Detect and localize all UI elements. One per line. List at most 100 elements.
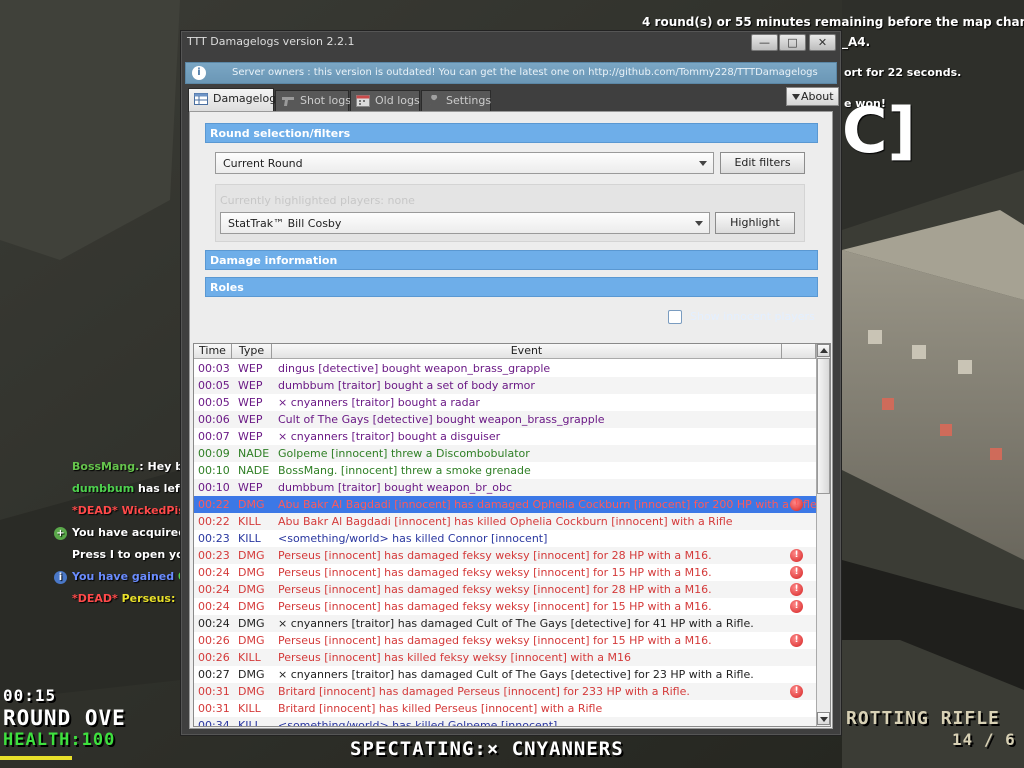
warning-icon: ! <box>790 685 803 698</box>
log-row[interactable]: 00:06 WEP Cult of The Gays [detective] bou… <box>194 411 816 428</box>
log-scrollbar[interactable] <box>816 344 830 726</box>
log-time: 00:06 <box>198 413 230 426</box>
player-select[interactable]: StatTrak™ Bill Cosby <box>220 212 710 234</box>
log-type: WEP <box>238 362 263 375</box>
tab-damagelog[interactable]: Damagelog <box>188 88 277 112</box>
damagelog-panel: Round selection/filters Current Round Ed… <box>189 111 833 729</box>
health-bar <box>0 756 72 760</box>
round-selection-header[interactable]: Round selection/filters <box>205 123 818 143</box>
log-time: 00:09 <box>198 447 230 460</box>
log-row[interactable]: 00:05 WEP dumbbum [traitor] bought a set o… <box>194 377 816 394</box>
log-row[interactable]: 00:24 DMG Perseus [innocent] has damaged f… <box>194 598 816 615</box>
log-time: 00:07 <box>198 430 230 443</box>
log-row[interactable]: 00:27 DMG × cnyanners [traitor] has damage… <box>194 666 816 683</box>
log-time: 00:23 <box>198 532 230 545</box>
log-row[interactable]: 00:24 DMG Perseus [innocent] has damaged f… <box>194 564 816 581</box>
log-row[interactable]: 00:34 KILL <something/world> has killed Go… <box>194 717 816 727</box>
health-readout: HEALTH:100 <box>3 730 116 750</box>
title-bar[interactable]: TTT Damagelogs version 2.2.1 — □ ✕ <box>181 31 841 55</box>
log-row[interactable]: 00:07 WEP × cnyanners [traitor] bought a d… <box>194 428 816 445</box>
round-status: ROUND OVE <box>3 706 126 730</box>
log-event: dingus [detective] bought weapon_brass_g… <box>278 362 551 375</box>
round-select[interactable]: Current Round <box>215 152 714 174</box>
maximize-button[interactable]: □ <box>779 34 806 51</box>
show-innocent-checkbox[interactable]: Show innocent players <box>668 310 815 324</box>
log-time: 00:31 <box>198 702 230 715</box>
log-row[interactable]: 00:09 NADE Golpeme [innocent] threw a Disc… <box>194 445 816 462</box>
log-row[interactable]: 00:10 NADE BossMang. [innocent] threw a sm… <box>194 462 816 479</box>
log-event: Perseus [innocent] has killed feksy weks… <box>278 651 631 664</box>
warning-icon: ! <box>790 600 803 613</box>
minimize-button[interactable]: — <box>751 34 778 51</box>
highlight-button[interactable]: Highlight <box>715 212 795 234</box>
log-time: 00:24 <box>198 617 230 630</box>
chevron-down-icon <box>695 221 703 226</box>
log-type: DMG <box>238 498 265 511</box>
log-row[interactable]: 00:26 DMG Perseus [innocent] has damaged f… <box>194 632 816 649</box>
window-title: TTT Damagelogs version 2.2.1 <box>187 35 355 48</box>
log-row[interactable]: 00:24 DMG × cnyanners [traitor] has damage… <box>194 615 816 632</box>
log-type: KILL <box>238 515 261 528</box>
log-row[interactable]: 00:24 DMG Perseus [innocent] has damaged f… <box>194 581 816 598</box>
chat-line: + You have acquired <box>54 526 186 540</box>
info-icon: i <box>192 66 206 80</box>
log-time: 00:22 <box>198 515 230 528</box>
log-type: DMG <box>238 549 265 562</box>
round-timer: 00:15 <box>3 686 57 705</box>
log-type: KILL <box>238 719 261 727</box>
tab-old-logs[interactable]: Old logs <box>350 90 420 111</box>
log-time: 00:05 <box>198 396 230 409</box>
tab-settings[interactable]: Settings <box>421 90 491 111</box>
highlighted-players-note: Currently highlighted players: none <box>220 194 415 207</box>
damage-information-header[interactable]: Damage information <box>205 250 818 270</box>
edit-filters-button[interactable]: Edit filters <box>720 152 805 174</box>
scroll-down-button[interactable] <box>817 712 830 725</box>
log-type: WEP <box>238 396 263 409</box>
scroll-thumb[interactable] <box>817 358 830 494</box>
log-row[interactable]: 00:22 KILL Abu Bakr Al Bagdadi [innocent] … <box>194 513 816 530</box>
log-time: 00:26 <box>198 634 230 647</box>
map-change-notice: 4 round(s) or 55 minutes remaining befor… <box>642 15 1024 29</box>
scroll-up-button[interactable] <box>817 344 830 357</box>
log-type: DMG <box>238 600 265 613</box>
log-time: 00:10 <box>198 481 230 494</box>
log-event: Britard [innocent] has killed Perseus [i… <box>278 702 603 715</box>
log-event: × cnyanners [traitor] has damaged Cult o… <box>278 617 754 630</box>
log-row[interactable]: 00:26 KILL Perseus [innocent] has killed f… <box>194 649 816 666</box>
chevron-down-icon <box>699 161 707 166</box>
tab-label: Damagelog <box>213 92 277 105</box>
warning-icon: ! <box>790 549 803 562</box>
log-event: Perseus [innocent] has damaged feksy wek… <box>278 600 712 613</box>
log-row[interactable]: 00:03 WEP dingus [detective] bought weapon… <box>194 360 816 377</box>
log-event: Perseus [innocent] has damaged feksy wek… <box>278 566 712 579</box>
tab-shot-logs[interactable]: Shot logs <box>275 90 351 111</box>
about-label: About <box>801 90 834 103</box>
log-row[interactable]: 00:22 DMG Abu Bakr Al Bagdadi [innocent] h… <box>194 496 816 513</box>
close-button[interactable]: ✕ <box>809 34 836 51</box>
log-row[interactable]: 00:23 DMG Perseus [innocent] has damaged f… <box>194 547 816 564</box>
log-type: KILL <box>238 702 261 715</box>
column-time[interactable]: Time <box>194 344 232 359</box>
log-row[interactable]: 00:05 WEP × cnyanners [traitor] bought a r… <box>194 394 816 411</box>
log-time: 00:23 <box>198 549 230 562</box>
log-type: DMG <box>238 583 265 596</box>
round-result-banner: C] <box>842 94 916 167</box>
column-event[interactable]: Event <box>272 344 782 359</box>
log-time: 00:24 <box>198 566 230 579</box>
show-innocent-label: Show innocent players <box>690 310 815 323</box>
checkbox-box[interactable] <box>668 310 682 324</box>
roles-header[interactable]: Roles <box>205 277 818 297</box>
log-type: WEP <box>238 379 263 392</box>
log-row[interactable]: 00:23 KILL <something/world> has killed Co… <box>194 530 816 547</box>
log-row[interactable]: 00:31 KILL Britard [innocent] has killed P… <box>194 700 816 717</box>
log-event: Perseus [innocent] has damaged feksy wek… <box>278 583 712 596</box>
about-button[interactable]: About <box>786 87 839 106</box>
chat-line: dumbbum has left t <box>72 482 195 495</box>
chat-line: iYou have gained 0 <box>54 570 186 584</box>
log-row[interactable]: 00:31 DMG Britard [innocent] has damaged P… <box>194 683 816 700</box>
column-flag[interactable] <box>782 344 816 359</box>
column-type[interactable]: Type <box>232 344 272 359</box>
log-row[interactable]: 00:10 WEP dumbbum [traitor] bought weapon_… <box>194 479 816 496</box>
log-event: Golpeme [innocent] threw a Discombobulat… <box>278 447 530 460</box>
log-type: WEP <box>238 430 263 443</box>
